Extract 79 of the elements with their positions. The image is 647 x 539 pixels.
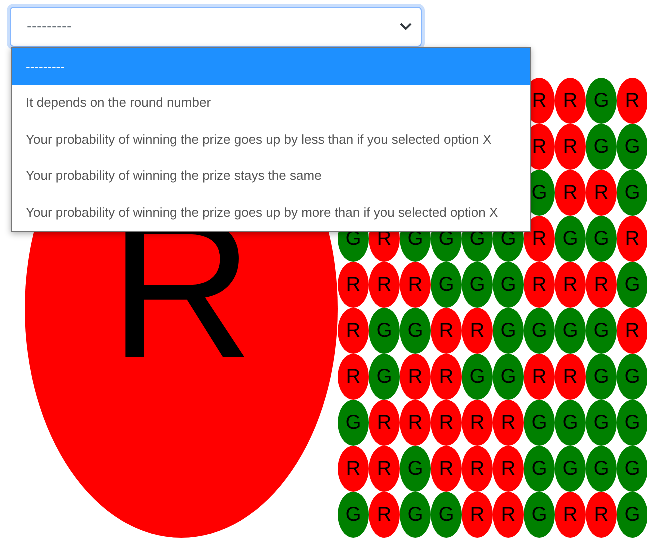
- token: G: [555, 308, 586, 354]
- token: G: [586, 354, 617, 400]
- token: R: [555, 170, 586, 216]
- token: R: [462, 446, 493, 492]
- token: R: [431, 354, 462, 400]
- dropdown-option[interactable]: Your probability of winning the prize goes up by less than if you selected option X: [12, 121, 530, 158]
- token: R: [462, 308, 493, 354]
- token: R: [493, 446, 524, 492]
- token: G: [617, 400, 647, 446]
- token: G: [617, 262, 647, 308]
- token: G: [586, 124, 617, 170]
- token: R: [524, 262, 555, 308]
- token: G: [493, 308, 524, 354]
- dropdown-option[interactable]: Your probability of winning the prize goes up by more than if you selected option X: [12, 194, 530, 231]
- token: G: [524, 400, 555, 446]
- token: R: [617, 308, 647, 354]
- token: G: [617, 124, 647, 170]
- token: G: [462, 354, 493, 400]
- token: G: [400, 308, 431, 354]
- token: R: [586, 492, 617, 538]
- select-field[interactable]: ---------: [10, 7, 422, 47]
- token: G: [462, 262, 493, 308]
- token: G: [617, 492, 647, 538]
- token: R: [338, 446, 369, 492]
- token: R: [493, 400, 524, 446]
- token: R: [555, 492, 586, 538]
- token: G: [617, 446, 647, 492]
- token: R: [400, 400, 431, 446]
- token: R: [462, 400, 493, 446]
- token: R: [586, 262, 617, 308]
- token: G: [617, 170, 647, 216]
- token: G: [431, 262, 462, 308]
- token: G: [586, 308, 617, 354]
- token: G: [369, 354, 400, 400]
- token: R: [524, 216, 555, 262]
- token: R: [400, 354, 431, 400]
- token: R: [586, 170, 617, 216]
- token: R: [555, 262, 586, 308]
- token: G: [555, 400, 586, 446]
- token: R: [431, 446, 462, 492]
- token: R: [338, 308, 369, 354]
- token: R: [524, 354, 555, 400]
- token: R: [555, 78, 586, 124]
- token: G: [524, 308, 555, 354]
- token: R: [462, 492, 493, 538]
- token: R: [431, 308, 462, 354]
- token: G: [524, 446, 555, 492]
- token: G: [369, 308, 400, 354]
- token: R: [617, 216, 647, 262]
- token: R: [493, 492, 524, 538]
- dropdown-option[interactable]: Your probability of winning the prize stays the same: [12, 158, 530, 194]
- token: R: [555, 354, 586, 400]
- token: G: [400, 446, 431, 492]
- token: R: [338, 354, 369, 400]
- token: R: [369, 400, 400, 446]
- token: G: [400, 492, 431, 538]
- token: G: [338, 492, 369, 538]
- token: R: [555, 124, 586, 170]
- token: G: [555, 446, 586, 492]
- token: G: [493, 354, 524, 400]
- token: G: [586, 400, 617, 446]
- token: G: [586, 78, 617, 124]
- token: G: [431, 492, 462, 538]
- chevron-down-icon: [399, 22, 413, 32]
- token: G: [555, 216, 586, 262]
- token: R: [338, 262, 369, 308]
- token: G: [524, 492, 555, 538]
- token: R: [431, 400, 462, 446]
- token: G: [617, 354, 647, 400]
- token: G: [338, 400, 369, 446]
- token: G: [493, 262, 524, 308]
- token: R: [369, 262, 400, 308]
- token: R: [369, 492, 400, 538]
- token: R: [369, 446, 400, 492]
- token: R: [400, 262, 431, 308]
- token: R: [617, 78, 647, 124]
- dropdown-option[interactable]: It depends on the round number: [12, 84, 530, 122]
- token: G: [586, 216, 617, 262]
- token: G: [586, 446, 617, 492]
